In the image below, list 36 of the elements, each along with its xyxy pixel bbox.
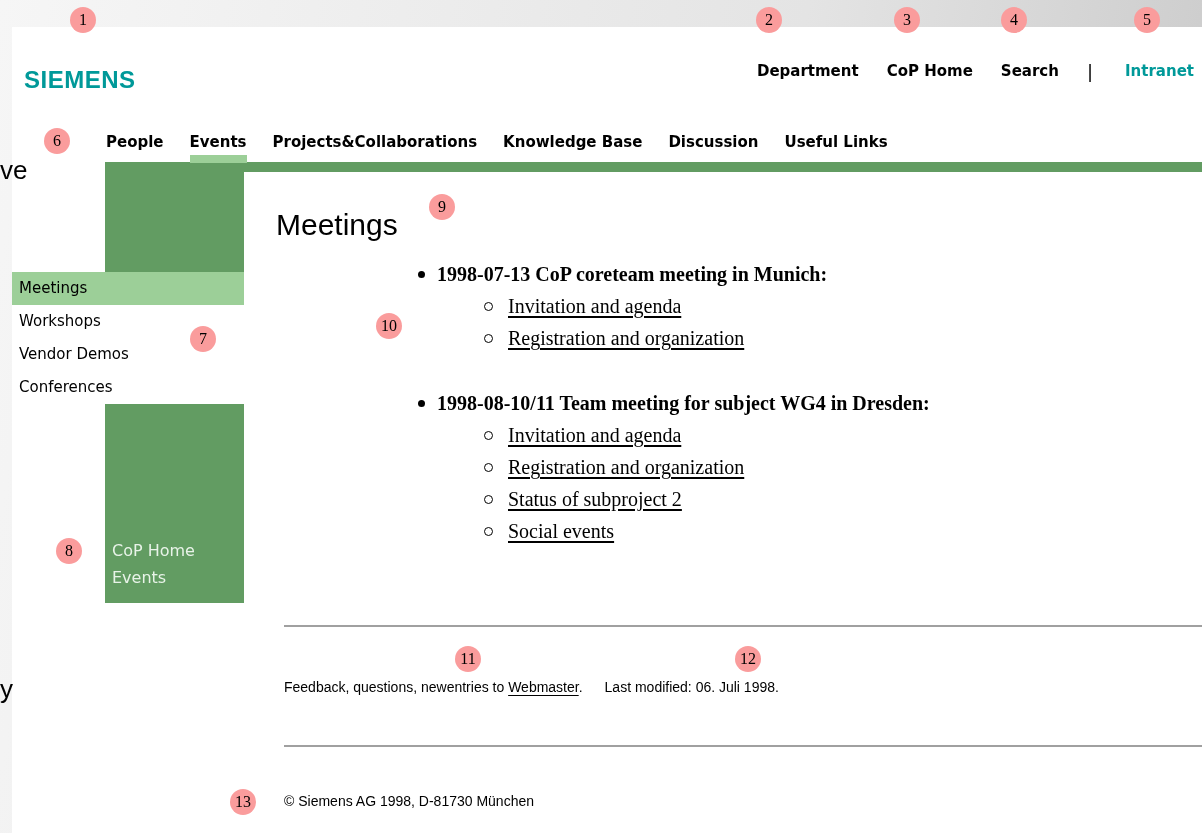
nav-tab[interactable]: People — [106, 127, 164, 152]
meeting-title: 1998-07-13 CoP coreteam meeting in Munich: — [437, 262, 828, 288]
meeting-link[interactable]: Status of subproject 2 — [508, 483, 682, 515]
callout-number: 4 — [1001, 7, 1027, 33]
meeting-link[interactable]: Registration and organization — [508, 451, 745, 483]
callout-number: 2 — [756, 7, 782, 33]
bullet-icon — [418, 400, 425, 407]
meeting-link[interactable]: Invitation and agenda — [508, 290, 682, 322]
nav-tab[interactable]: Useful Links — [784, 127, 888, 152]
callout-number: 1 — [70, 7, 96, 33]
meeting-link[interactable]: Invitation and agenda — [508, 419, 682, 451]
copyright: © Siemens AG 1998, D-81730 München — [284, 793, 535, 809]
logo: SIEMENS — [24, 66, 136, 94]
nav-tab[interactable]: Knowledge Base — [503, 127, 643, 152]
separator: | — [1086, 60, 1093, 82]
header-link[interactable]: Search — [1000, 62, 1059, 80]
header-link[interactable]: Department — [756, 62, 859, 80]
sidebar-item[interactable]: Vendor Demos — [12, 338, 129, 371]
text-fragment: ve — [0, 155, 28, 186]
sidebar-item[interactable]: Meetings — [12, 272, 244, 305]
header-link[interactable]: CoP Home — [886, 62, 973, 80]
meeting-title: 1998-08-10/11 Team meeting for subject WG4 in Dresden: — [437, 391, 930, 417]
callout-number: 3 — [894, 7, 920, 33]
nav-tab[interactable]: Projects&Collaborations — [272, 127, 478, 152]
sidebar-item[interactable]: Conferences — [12, 371, 113, 404]
sidebar-item[interactable]: Workshops — [12, 305, 101, 338]
webmaster-link[interactable]: Webmaster — [508, 679, 579, 695]
bullet-icon — [418, 271, 425, 278]
last-modified: Last modified: 06. Juli 1998. — [604, 679, 779, 695]
callout-number: 5 — [1134, 7, 1160, 33]
nav-tab[interactable]: Discussion — [668, 127, 759, 152]
text-fragment: y — [0, 674, 13, 705]
page-title: Meetings — [276, 208, 399, 242]
meeting-link[interactable]: Registration and organization — [508, 322, 745, 354]
feedback-text: Feedback, questions, newentries to Webmaster. — [284, 679, 583, 695]
meeting-link[interactable]: Social events — [508, 515, 615, 547]
